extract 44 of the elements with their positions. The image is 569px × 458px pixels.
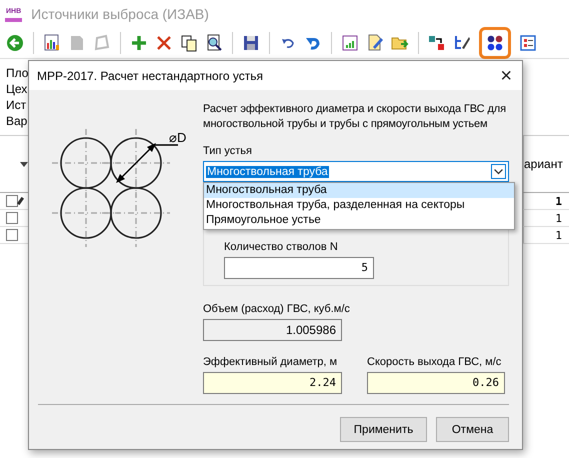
readonly-field: 1.005986 (203, 319, 342, 341)
field-label: Вар (6, 113, 28, 129)
copy-icon (179, 33, 199, 53)
dialog-title: МРР-2017. Расчет нестандартного устья (37, 68, 263, 82)
shape-icon (92, 33, 112, 53)
plus-icon (129, 33, 149, 53)
field-label: Количество стволов N (224, 240, 339, 254)
form-icon (518, 33, 538, 53)
field-label: Цех (6, 81, 28, 97)
close-button[interactable]: × (500, 66, 512, 86)
table-cell: 1 (555, 194, 562, 208)
report-icon (340, 33, 360, 53)
field-label: Ист (6, 97, 26, 113)
dialog-button[interactable]: Отмена (436, 417, 509, 442)
checkbox[interactable] (6, 212, 18, 224)
toolbar-button[interactable] (518, 33, 538, 53)
checkbox[interactable] (6, 229, 18, 241)
toolbar-button[interactable] (427, 33, 447, 53)
checkbox[interactable] (6, 195, 18, 207)
field-label: Пло (6, 65, 28, 81)
toolbar-button[interactable] (42, 33, 62, 53)
result-field: 2.24 (203, 372, 342, 394)
toolbar-button[interactable] (241, 33, 261, 53)
field-label: Скорость выхода ГВС, м/с (367, 355, 502, 369)
dialog-button[interactable]: Применить (340, 417, 427, 442)
result-field: 0.26 (367, 372, 505, 394)
field-label: Тип устья (203, 144, 253, 158)
table-cell: 1 (555, 212, 562, 224)
save-icon (241, 33, 261, 53)
diameter-label: ⌀D (169, 130, 186, 145)
window-title: Источники выброса (ИЗАВ) (31, 6, 209, 22)
table-cell: 1 (555, 228, 562, 242)
field-label: Эффективный диаметр, м (203, 355, 338, 369)
dropdown-option[interactable]: Прямоугольное устье (204, 213, 514, 228)
toolbar-button[interactable] (179, 33, 199, 53)
chart-icon (42, 33, 62, 53)
dropdown-option[interactable]: Многоствольная труба, разделенная на секторы (204, 198, 514, 213)
four-dots-icon (485, 33, 505, 53)
field-label: Объем (расход) ГВС, куб.м/с (203, 302, 351, 316)
swap-icon (427, 33, 447, 53)
chevron-down-icon[interactable] (491, 164, 506, 179)
description-text: Расчет эффективного диаметра и скорости выхода ГВС для многоствольной трубы и трубы с прямоугольным устьем (203, 102, 507, 132)
dropdown-option[interactable]: Многоствольная труба (204, 183, 514, 198)
input-field[interactable]: 5 (224, 257, 374, 279)
